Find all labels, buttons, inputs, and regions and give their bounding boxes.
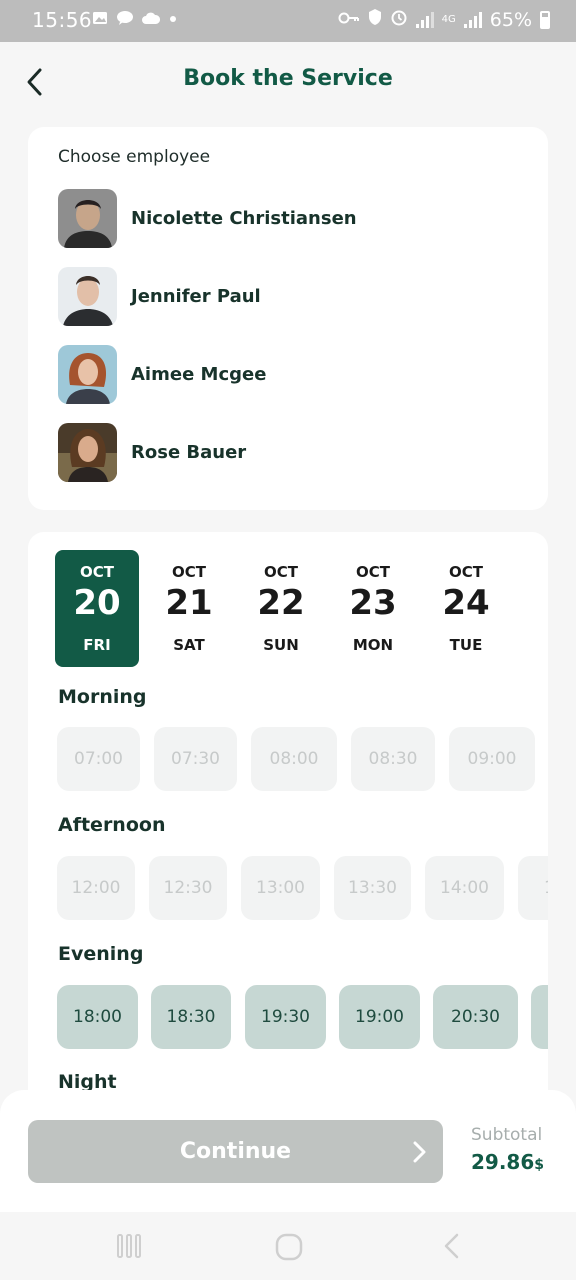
currency-symbol: $ [534,1157,545,1173]
time-slot[interactable]: 19:30 [245,985,326,1049]
time-slot[interactable]: 13:00 [241,856,320,920]
date-option[interactable]: OCT 22 SUN [239,550,323,667]
header: Book the Service [0,42,576,122]
date-day: 23 [349,583,397,623]
time-slot[interactable]: 19:00 [339,985,420,1049]
avatar [58,266,117,326]
date-day: 24 [442,583,490,623]
chevron-right-icon [413,1141,426,1163]
date-month: OCT [264,563,298,581]
alarm-icon [390,8,408,31]
time-slot[interactable]: 07:00 [57,727,140,791]
page-title: Book the Service [183,66,393,91]
signal-icon-2 [463,11,482,28]
date-month: OCT [449,563,483,581]
date-option[interactable]: OCT 23 MON [331,550,415,667]
subtotal-label: Subtotal [471,1125,543,1145]
time-slot[interactable]: 12:00 [57,856,135,920]
time-slot[interactable] [531,985,548,1049]
avatar [58,422,117,482]
dot-icon [168,10,178,30]
time-slot[interactable]: 13:30 [334,856,411,920]
system-icons: 4G 65% [338,8,550,31]
date-weekday: TUE [449,636,483,654]
date-month: OCT [80,563,114,581]
chat-icon [116,10,134,30]
date-weekday: SAT [173,636,205,654]
key-icon [338,9,360,30]
employee-item[interactable]: Nicolette Christiansen [58,188,357,248]
cloud-icon [142,10,161,30]
home-icon [275,1233,303,1261]
notification-icons [92,10,178,30]
time-slot[interactable]: 08:00 [251,727,337,791]
status-time: 15:56 [32,8,93,32]
avatar [58,188,117,248]
security-icon [368,8,382,31]
time-slot[interactable]: 09:00 [449,727,535,791]
employee-name: Nicolette Christiansen [131,207,357,229]
gallery-icon [92,10,108,30]
date-weekday: FRI [83,636,111,654]
subtotal-amount: 29.86 [471,1150,535,1174]
signal-icon [415,11,434,28]
period-label-evening: Evening [58,943,144,965]
period-label-morning: Morning [58,686,147,708]
date-day: 20 [73,583,121,623]
time-slot[interactable]: 14 [518,856,548,920]
date-day: 21 [165,583,213,623]
time-slot[interactable]: 07:30 [154,727,237,791]
date-option[interactable]: OCT 24 TUE [424,550,508,667]
period-label-afternoon: Afternoon [58,814,166,836]
back-nav-button[interactable] [440,1232,462,1260]
time-slot[interactable]: 20:30 [433,985,518,1049]
schedule-card: OCT 20 FRI OCT 21 SAT OCT 22 SUN OCT 23 … [28,532,548,1112]
subtotal-value: 29.86$ [471,1150,544,1174]
date-month: OCT [356,563,390,581]
home-button[interactable] [274,1232,304,1262]
recent-apps-button[interactable] [115,1232,143,1260]
choose-employee-label: Choose employee [58,147,211,167]
avatar [58,344,117,404]
continue-button[interactable]: Continue [28,1120,443,1183]
employee-name: Rose Bauer [131,441,247,463]
battery-percent: 65% [489,8,532,31]
continue-label: Continue [179,1139,292,1164]
employee-card: Choose employee Nicolette Christiansen J… [28,127,548,510]
employee-name: Aimee Mcgee [131,363,267,385]
time-slot[interactable]: 08:30 [351,727,435,791]
employee-name: Jennifer Paul [131,285,261,307]
bottom-panel: Continue Subtotal 29.86$ [0,1090,576,1212]
date-month: OCT [172,563,206,581]
time-slot[interactable]: 14:00 [425,856,504,920]
time-slot[interactable]: 18:00 [57,985,138,1049]
date-weekday: SUN [263,636,299,654]
employee-item[interactable]: Rose Bauer [58,422,246,482]
date-option[interactable]: OCT 21 SAT [147,550,231,667]
employee-item[interactable]: Jennifer Paul [58,266,261,326]
back-nav-icon [444,1233,459,1259]
time-slot[interactable]: 12:30 [149,856,227,920]
date-weekday: MON [352,636,394,654]
time-slot[interactable]: 18:30 [151,985,231,1049]
recent-apps-icon [117,1234,141,1258]
system-nav-bar [0,1212,576,1280]
network-type: 4G [441,13,456,25]
status-bar: 15:56 4G 65% [0,0,576,42]
employee-item[interactable]: Aimee Mcgee [58,344,266,404]
battery-icon [540,10,550,29]
date-option-selected[interactable]: OCT 20 FRI [55,550,139,667]
date-day: 22 [257,583,305,623]
